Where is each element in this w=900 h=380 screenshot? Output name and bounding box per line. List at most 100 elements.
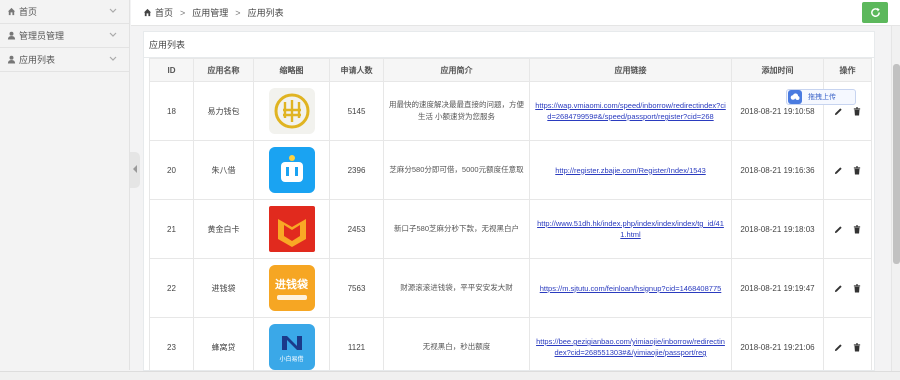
cell-thumbnail: 进钱袋 xyxy=(253,258,330,318)
cell-ops xyxy=(823,317,872,370)
app-logo-jinqiandai: 进钱袋 xyxy=(268,265,315,311)
chevron-down-icon xyxy=(109,55,117,64)
app-logo-zhubajie xyxy=(268,147,315,193)
cloud-upload-icon xyxy=(788,90,802,104)
sidebar-collapse-handle[interactable] xyxy=(130,152,140,188)
breadcrumb-app-management[interactable]: 应用管理 xyxy=(192,6,228,19)
col-header-thumbnail: 缩略图 xyxy=(253,58,330,82)
refresh-button[interactable] xyxy=(862,2,888,23)
app-link[interactable]: http://register.zbajie.com/Register/Inde… xyxy=(555,166,706,175)
cell-name: 黄金白卡 xyxy=(193,199,254,259)
cell-id: 21 xyxy=(149,199,194,259)
col-header-name: 应用名称 xyxy=(193,58,254,82)
table-row: 21 黄金白卡 2453 新口子580芝麻分秒下款，无视黑白户 http://w… xyxy=(149,199,872,259)
col-header-id: ID xyxy=(149,58,194,82)
app-logo-huangjin xyxy=(268,206,315,252)
cell-time: 2018-08-21 19:16:36 xyxy=(731,140,824,200)
col-header-applicants: 申请人数 xyxy=(329,58,384,82)
panel-title: 应用列表 xyxy=(144,32,874,58)
cell-time: 2018-08-21 19:19:47 xyxy=(731,258,824,318)
drag-upload-button[interactable]: 拖拽上传 xyxy=(786,89,856,105)
app-logo-text: 进钱袋 xyxy=(275,278,308,291)
col-header-ops: 操作 xyxy=(823,58,872,82)
chevron-down-icon xyxy=(109,31,117,40)
app-link[interactable]: http://www.51dh.hk/index.php/index/index… xyxy=(537,219,724,239)
app-logo-fengwo: 小白易借 xyxy=(268,324,315,370)
vertical-scrollbar[interactable] xyxy=(891,26,900,371)
cell-desc: 无视黑白，秒出额度 xyxy=(383,317,530,370)
edit-icon[interactable] xyxy=(834,166,843,175)
cell-applicants: 2396 xyxy=(329,140,384,200)
trash-icon[interactable] xyxy=(853,283,862,293)
top-header: 首页 > 应用管理 > 应用列表 xyxy=(131,0,900,26)
cell-name: 朱八借 xyxy=(193,140,254,200)
app-link[interactable]: https://m.sjtutu.com/feinloan/hsignup?ci… xyxy=(540,284,722,293)
cell-applicants: 7563 xyxy=(329,258,384,318)
col-header-desc: 应用简介 xyxy=(383,58,530,82)
chevron-down-icon xyxy=(109,7,117,16)
table-header-row: ID 应用名称 缩略图 申请人数 应用简介 应用链接 添加时间 操作 xyxy=(149,58,872,82)
scrollbar-thumb[interactable] xyxy=(893,64,900,264)
sidebar-item-home[interactable]: 首页 xyxy=(0,0,129,24)
breadcrumb-home[interactable]: 首页 xyxy=(155,6,173,19)
cell-link: https://m.sjtutu.com/feinloan/hsignup?ci… xyxy=(529,258,732,318)
sidebar-item-app-list[interactable]: 应用列表 xyxy=(0,48,129,72)
cell-ops xyxy=(823,258,872,318)
edit-icon[interactable] xyxy=(834,343,843,352)
app-table: ID 应用名称 缩略图 申请人数 应用简介 应用链接 添加时间 操作 18 易力… xyxy=(149,58,872,370)
table-row: 20 朱八借 2396 芝麻分580分即可借，5000元额度任意取 http:/… xyxy=(149,140,872,200)
breadcrumb: 首页 > 应用管理 > 应用列表 xyxy=(143,6,284,19)
refresh-icon xyxy=(870,7,881,18)
cell-applicants: 5145 xyxy=(329,81,384,141)
sidebar-item-label: 应用列表 xyxy=(19,55,56,65)
cell-name: 蜂窝贷 xyxy=(193,317,254,370)
status-bar xyxy=(0,371,900,380)
sidebar-item-label: 首页 xyxy=(19,7,38,17)
table-row: 23 蜂窝贷 小白易借 1121 无视黑白，秒出额度 https://bee.g… xyxy=(149,317,872,370)
cell-ops xyxy=(823,140,872,200)
app-link[interactable]: https://bee.gezigianbao.com/yimiaojie/in… xyxy=(536,337,725,357)
home-icon xyxy=(143,8,152,17)
sidebar-item-admins[interactable]: 管理员管理 xyxy=(0,24,129,48)
cell-link: https://bee.gezigianbao.com/yimiaojie/in… xyxy=(529,317,732,370)
cell-applicants: 1121 xyxy=(329,317,384,370)
home-icon xyxy=(6,7,16,17)
trash-icon[interactable] xyxy=(853,342,862,352)
edit-icon[interactable] xyxy=(834,107,843,116)
breadcrumb-separator: > xyxy=(235,7,241,18)
chevron-left-icon xyxy=(132,165,138,175)
cell-thumbnail xyxy=(253,199,330,259)
coin-stack-graphic xyxy=(276,295,307,300)
cell-thumbnail xyxy=(253,81,330,141)
cell-link: http://www.51dh.hk/index.php/index/index… xyxy=(529,199,732,259)
edit-icon[interactable] xyxy=(834,225,843,234)
cell-time: 2018-08-21 19:21:06 xyxy=(731,317,824,370)
trash-icon[interactable] xyxy=(853,106,862,116)
sidebar: 首页 管理员管理 应用列表 xyxy=(0,0,130,370)
cell-thumbnail: 小白易借 xyxy=(253,317,330,370)
user-icon xyxy=(6,31,16,41)
cell-link: https://wap.vmiaomi.com/speed/inborrow/r… xyxy=(529,81,732,141)
user-icon xyxy=(6,55,16,65)
sidebar-item-label: 管理员管理 xyxy=(19,31,65,41)
cell-thumbnail xyxy=(253,140,330,200)
cell-link: http://register.zbajie.com/Register/Inde… xyxy=(529,140,732,200)
edit-icon[interactable] xyxy=(834,284,843,293)
cell-name: 易力钱包 xyxy=(193,81,254,141)
cell-id: 23 xyxy=(149,317,194,370)
app-link[interactable]: https://wap.vmiaomi.com/speed/inborrow/r… xyxy=(535,101,726,121)
cell-desc: 新口子580芝麻分秒下款，无视黑白户 xyxy=(383,199,530,259)
drag-upload-label: 拖拽上传 xyxy=(808,94,836,101)
cell-id: 22 xyxy=(149,258,194,318)
cell-desc: 芝麻分580分即可借，5000元额度任意取 xyxy=(383,140,530,200)
cell-id: 18 xyxy=(149,81,194,141)
trash-icon[interactable] xyxy=(853,165,862,175)
col-header-time: 添加时间 xyxy=(731,58,824,82)
app-list-panel: 应用列表 ID 应用名称 缩略图 申请人数 应用简介 应用链接 添加时间 操作 … xyxy=(143,31,875,371)
cell-desc: 用最快的速度解决最最直接的问题，方便生活 小额速贷为您服务 xyxy=(383,81,530,141)
breadcrumb-app-list: 应用列表 xyxy=(247,8,284,18)
trash-icon[interactable] xyxy=(853,224,862,234)
app-logo-text: 小白易借 xyxy=(279,356,304,363)
cell-desc: 财源滚滚进钱袋，平平安安发大财 xyxy=(383,258,530,318)
cell-name: 进钱袋 xyxy=(193,258,254,318)
